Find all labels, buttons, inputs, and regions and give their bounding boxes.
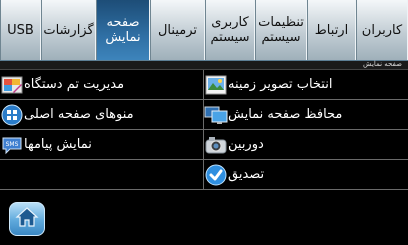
camera-icon [204, 133, 228, 157]
tab-reports[interactable]: گزارشات [41, 0, 96, 60]
wallpaper-icon [204, 73, 228, 97]
tab-connection[interactable]: ارتباط [307, 0, 356, 60]
settings-grid: انتخاب تصویر زمینه محافظ صفحه نمایش دورب… [0, 70, 408, 191]
main-menus-option[interactable]: منوهای صفحه اصلی [0, 100, 204, 130]
wallpaper-label: انتخاب تصویر زمینه [228, 77, 333, 92]
theme-palette-icon [0, 73, 24, 97]
messages-label: نمایش پیامها [24, 137, 92, 152]
home-button[interactable] [9, 202, 45, 236]
section-header: صفحه نمایش [0, 60, 408, 70]
messages-option[interactable]: SMS نمایش پیامها [0, 130, 204, 160]
tab-system-user[interactable]: کاربری سیستم [205, 0, 255, 60]
checkmark-icon [204, 163, 228, 187]
wallpaper-option[interactable]: انتخاب تصویر زمینه [204, 70, 408, 100]
home-icon [15, 206, 39, 232]
empty-cell [0, 160, 204, 190]
tab-system-settings[interactable]: تنظیمات سیستم [255, 0, 307, 60]
camera-label: دوربین [228, 137, 264, 152]
main-menus-label: منوهای صفحه اصلی [24, 107, 134, 122]
sms-icon: SMS [0, 133, 24, 157]
monitors-icon [204, 103, 228, 127]
tab-users[interactable]: کاربران [356, 0, 408, 60]
screensaver-label: محافظ صفحه نمایش [228, 107, 343, 122]
tab-terminal[interactable]: ترمینال [150, 0, 205, 60]
tab-usb[interactable]: USB [0, 0, 41, 60]
tab-bar: کاربران ارتباط تنظیمات سیستم کاربری سیست… [0, 0, 408, 60]
device-management-label: مدیریت تم دستگاه [24, 77, 125, 92]
screensaver-option[interactable]: محافظ صفحه نمایش [204, 100, 408, 130]
section-title: صفحه نمایش [363, 60, 402, 68]
confirm-label: تصدیق [228, 167, 265, 182]
sms-badge-text: SMS [6, 141, 19, 148]
tab-display[interactable]: صفحه نمایش [96, 0, 150, 60]
device-management-option[interactable]: مدیریت تم دستگاه [0, 70, 204, 100]
menu-icon [0, 103, 24, 127]
camera-option[interactable]: دوربین [204, 130, 408, 160]
confirm-option[interactable]: تصدیق [204, 160, 408, 190]
